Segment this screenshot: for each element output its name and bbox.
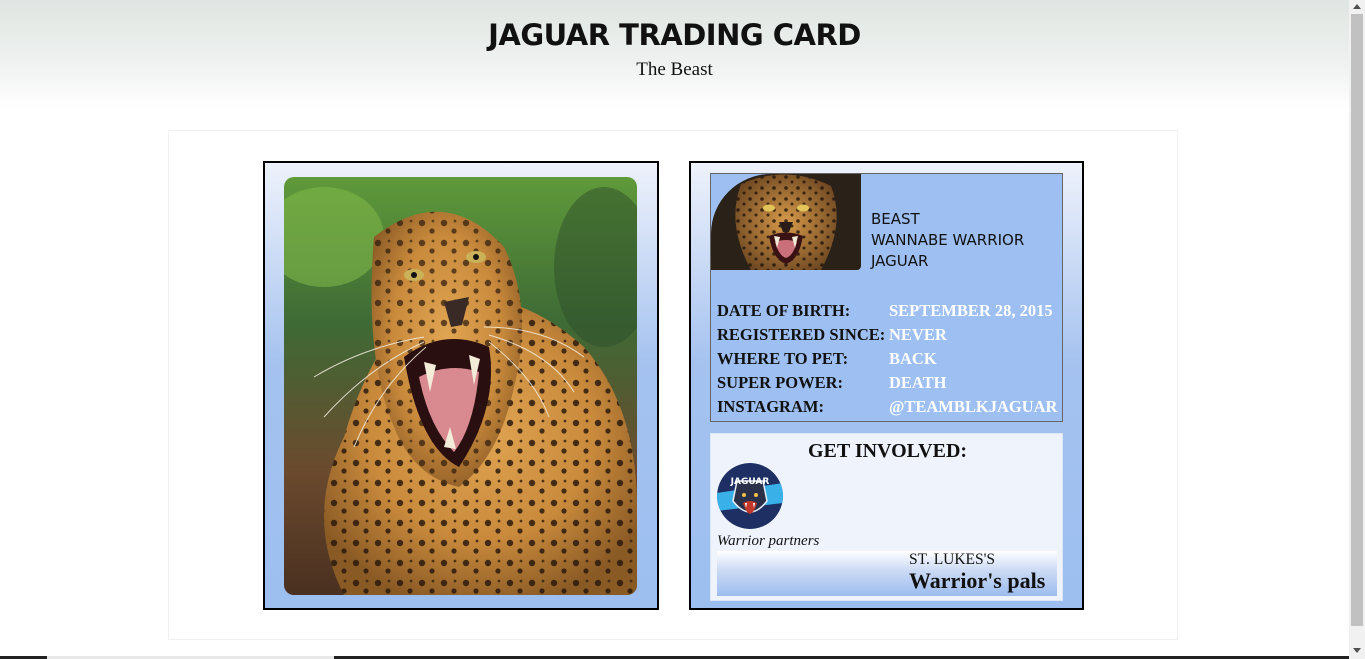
- get-involved-title: GET INVOLVED:: [807, 440, 968, 462]
- stat-row: DATE OF BIRTH: SEPTEMBER 28, 2015: [717, 299, 1062, 323]
- name-line: JAGUAR: [871, 252, 929, 270]
- stat-row: INSTAGRAM: @TEAMBLKJAGUAR: [717, 395, 1062, 419]
- partners-caption: Warrior partners: [717, 533, 820, 549]
- scroll-down-icon[interactable]: [1353, 648, 1361, 653]
- stat-label: INSTAGRAM:: [717, 397, 824, 416]
- card-back: BEAST WANNABE WARRIOR JAGUAR DATE OF BIR…: [689, 161, 1084, 610]
- page-title: JAGUAR TRADING CARD: [488, 18, 861, 52]
- stat-label: REGISTERED SINCE:: [717, 325, 886, 344]
- pals-box: ST. LUKES'S Warrior's pals: [717, 551, 1057, 596]
- stat-label: WHERE TO PET:: [717, 349, 849, 368]
- page-subtitle: The Beast: [636, 59, 713, 80]
- stats-list: DATE OF BIRTH: SEPTEMBER 28, 2015 REGIST…: [717, 299, 1062, 419]
- pals-heading: Warrior's pals: [909, 568, 1046, 593]
- vertical-scrollbar[interactable]: [1349, 0, 1365, 659]
- stat-row: WHERE TO PET: BACK: [717, 347, 1062, 371]
- card-names: BEAST WANNABE WARRIOR JAGUAR: [871, 209, 1024, 272]
- pals-subtitle: ST. LUKES'S: [909, 551, 996, 568]
- badge-text: JAGUAR: [730, 477, 770, 487]
- name-line: WANNABE WARRIOR: [871, 231, 1025, 249]
- stat-row: SUPER POWER: DEATH: [717, 371, 1062, 395]
- scrollbar-thumb[interactable]: [1351, 14, 1363, 626]
- page-header: JAGUAR TRADING CARD The Beast: [0, 0, 1349, 110]
- stat-value: SEPTEMBER 28, 2015: [889, 301, 1053, 320]
- stat-label: SUPER POWER:: [717, 373, 844, 392]
- stat-value: DEATH: [889, 373, 947, 392]
- jaguar-badge-logo[interactable]: JAGUAR: [717, 463, 783, 529]
- stat-row: REGISTERED SINCE: NEVER: [717, 323, 1062, 347]
- stat-label: DATE OF BIRTH:: [717, 301, 851, 320]
- stat-value: NEVER: [889, 325, 947, 344]
- jaguar-avatar: [711, 174, 861, 270]
- stat-value[interactable]: @TEAMBLKJAGUAR: [889, 395, 1057, 419]
- name-line: BEAST: [871, 210, 920, 228]
- card-front: [263, 161, 659, 610]
- stat-value: BACK: [889, 349, 937, 368]
- get-involved-panel: GET INVOLVED: JAGUAR Warrior partners ST…: [710, 433, 1063, 601]
- info-panel: BEAST WANNABE WARRIOR JAGUAR DATE OF BIR…: [710, 173, 1063, 422]
- jaguar-photo: [284, 177, 637, 595]
- scroll-up-icon[interactable]: [1353, 4, 1361, 9]
